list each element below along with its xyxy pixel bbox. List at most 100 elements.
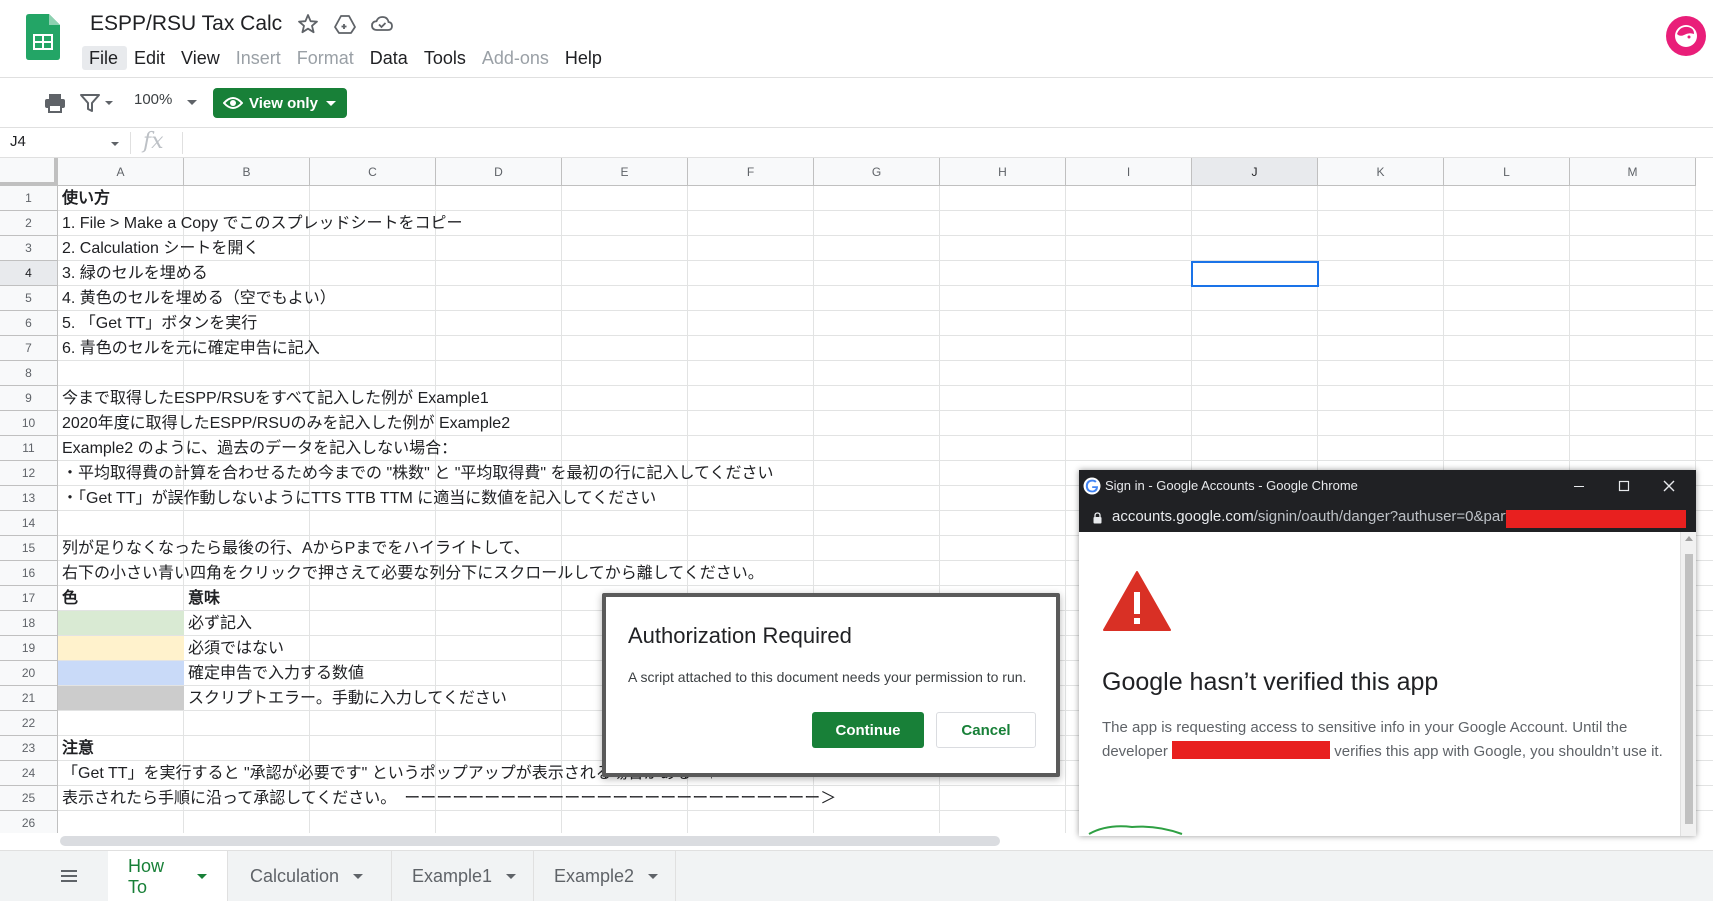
selected-cell-j4[interactable]	[1191, 261, 1319, 287]
sheet-tab-dropdown-icon[interactable]	[353, 874, 364, 879]
minimize-icon[interactable]	[1569, 476, 1589, 496]
eye-icon	[223, 97, 243, 109]
fx-icon: fx	[143, 129, 164, 154]
row-header-1[interactable]: 1	[0, 186, 58, 211]
column-header-i[interactable]: I	[1066, 158, 1192, 186]
row-header-7[interactable]: 7	[0, 336, 58, 361]
chrome-address-bar[interactable]: accounts.google.com/signin/oauth/danger?…	[1079, 502, 1696, 532]
formula-divider	[130, 132, 131, 154]
move-to-drive-icon[interactable]	[333, 12, 357, 36]
menu-tools[interactable]: Tools	[417, 46, 475, 70]
row-header-2[interactable]: 2	[0, 211, 58, 236]
cell-b22: スクリプトエラー。手動に入力してください	[188, 690, 507, 707]
column-header-j[interactable]: J	[1192, 158, 1318, 186]
sheet-tab-dropdown-icon[interactable]	[648, 874, 659, 879]
cloud-saved-icon[interactable]	[370, 12, 394, 36]
row-header-15[interactable]: 15	[0, 536, 58, 561]
column-header-h[interactable]: H	[940, 158, 1066, 186]
sheet-tab-bar: How To Calculation Example1 Example2	[0, 850, 1713, 901]
row-header-12[interactable]: 12	[0, 461, 58, 486]
column-header-m[interactable]: M	[1570, 158, 1696, 186]
row-header-19[interactable]: 19	[0, 636, 58, 661]
column-header-g[interactable]: G	[814, 158, 940, 186]
cell-a6: 5. 「Get TT」ボタンを実行	[62, 315, 258, 332]
name-box[interactable]: J4	[10, 133, 26, 150]
sheet-tab-example1[interactable]: Example1	[392, 851, 534, 901]
menu-data[interactable]: Data	[363, 46, 417, 70]
cell-a1: 使い方	[62, 190, 111, 207]
cell-a3: 2. Calculation シートを開く	[62, 240, 260, 257]
row-header-8[interactable]: 8	[0, 361, 58, 386]
row-header-16[interactable]: 16	[0, 561, 58, 586]
column-header-c[interactable]: C	[310, 158, 436, 186]
select-all-corner[interactable]	[0, 158, 58, 186]
row-header-3[interactable]: 3	[0, 236, 58, 261]
row-header-23[interactable]: 23	[0, 736, 58, 761]
scrollbar-thumb[interactable]	[1685, 554, 1693, 824]
row-header-21[interactable]: 21	[0, 686, 58, 711]
filter-dropdown-icon[interactable]	[104, 98, 114, 108]
row-header-5[interactable]: 5	[0, 286, 58, 311]
scroll-up-icon[interactable]	[1685, 536, 1693, 541]
sheet-tab-how-to[interactable]: How To	[108, 851, 228, 901]
auth-dialog-title: Authorization Required	[628, 623, 852, 648]
row-header-18[interactable]: 18	[0, 611, 58, 636]
row-header-10[interactable]: 10	[0, 411, 58, 436]
close-icon[interactable]	[1659, 476, 1679, 496]
cell-b20: 必須ではない	[188, 640, 285, 657]
cell-a12: ・平均取得費の計算を合わせるため今までの "株数" と "平均取得費" を最初の…	[62, 465, 774, 482]
column-header-a[interactable]: A	[58, 158, 184, 186]
developer-redaction	[1172, 741, 1331, 759]
star-icon[interactable]	[296, 12, 320, 36]
column-header-f[interactable]: F	[688, 158, 814, 186]
row-header-25[interactable]: 25	[0, 786, 58, 811]
row-header-17[interactable]: 17	[0, 586, 58, 611]
sheet-tab-dropdown-icon[interactable]	[197, 874, 207, 879]
menu-insert[interactable]: Insert	[229, 46, 290, 70]
zoom-select[interactable]: 100%	[134, 91, 172, 108]
menu-view[interactable]: View	[174, 46, 229, 70]
document-title[interactable]: ESPP/RSU Tax Calc	[90, 12, 282, 36]
row-header-26[interactable]: 26	[0, 811, 58, 833]
menu-help[interactable]: Help	[558, 46, 611, 70]
row-header-9[interactable]: 9	[0, 386, 58, 411]
continue-button[interactable]: Continue	[812, 712, 924, 748]
view-only-button[interactable]: View only	[213, 88, 347, 118]
menu-format[interactable]: Format	[290, 46, 363, 70]
maximize-icon[interactable]	[1614, 476, 1634, 496]
row-header-13[interactable]: 13	[0, 486, 58, 511]
cell-a4: 3. 緑のセルを埋める	[62, 265, 208, 282]
cancel-button[interactable]: Cancel	[936, 712, 1036, 748]
menu-edit[interactable]: Edit	[127, 46, 174, 70]
toolbar: 100% View only	[0, 78, 1713, 128]
name-box-dropdown-icon[interactable]	[111, 142, 119, 146]
column-header-k[interactable]: K	[1318, 158, 1444, 186]
print-icon[interactable]	[42, 90, 68, 116]
chrome-title-bar[interactable]: Sign in - Google Accounts - Google Chrom…	[1079, 470, 1696, 502]
column-header-l[interactable]: L	[1444, 158, 1570, 186]
filter-icon[interactable]	[78, 90, 104, 116]
chrome-vertical-scrollbar[interactable]	[1680, 532, 1696, 836]
row-header-6[interactable]: 6	[0, 311, 58, 336]
row-header-4[interactable]: 4	[0, 261, 58, 286]
sheet-tab-dropdown-icon[interactable]	[506, 874, 517, 879]
row-header-14[interactable]: 14	[0, 511, 58, 536]
menu-file[interactable]: File	[82, 46, 128, 70]
auth-dialog-message: A script attached to this document needs…	[628, 669, 1027, 685]
horizontal-scrollbar[interactable]	[60, 836, 1000, 846]
column-header-b[interactable]: B	[184, 158, 310, 186]
zoom-dropdown-icon[interactable]	[187, 100, 197, 105]
menu-add-ons[interactable]: Add-ons	[475, 46, 558, 70]
column-header-e[interactable]: E	[562, 158, 688, 186]
sheet-tab-calculation[interactable]: Calculation	[230, 851, 392, 901]
row-header-20[interactable]: 20	[0, 661, 58, 686]
all-sheets-menu-icon[interactable]	[58, 865, 80, 887]
cell-a18: 色	[62, 590, 79, 607]
column-header-d[interactable]: D	[436, 158, 562, 186]
row-header-24[interactable]: 24	[0, 761, 58, 786]
account-avatar[interactable]	[1666, 16, 1706, 56]
sheets-logo-icon[interactable]	[26, 14, 60, 60]
row-header-11[interactable]: 11	[0, 436, 58, 461]
row-header-22[interactable]: 22	[0, 711, 58, 736]
sheet-tab-example2[interactable]: Example2	[534, 851, 676, 901]
